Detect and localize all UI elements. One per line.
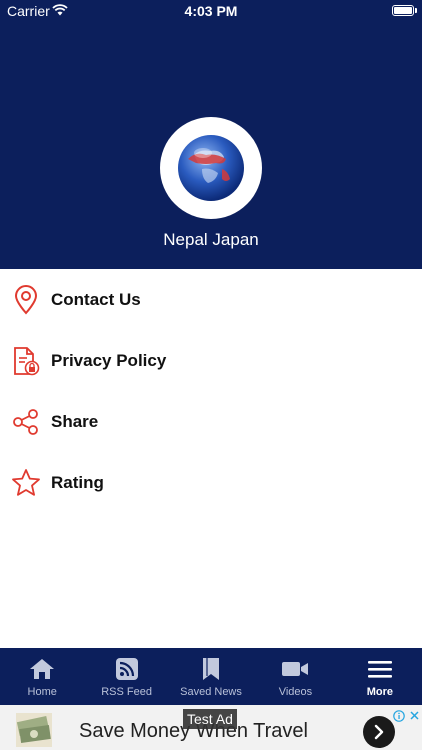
tab-label: Saved News [180,686,242,698]
tab-label: RSS Feed [101,686,152,698]
close-icon[interactable] [409,708,420,720]
app-logo-avatar [160,117,262,219]
menu-item-rating[interactable]: Rating [0,452,422,513]
tab-saved-news[interactable]: Saved News [169,648,253,705]
more-menu: Contact Us Privacy Policy Share Rating [0,269,422,513]
tab-videos[interactable]: Videos [253,648,337,705]
menu-item-share[interactable]: Share [0,391,422,452]
rss-icon [115,656,139,682]
tab-label: Videos [278,686,313,698]
bookmark-icon [200,656,222,682]
menu-item-label: Share [51,411,99,431]
menu-item-label: Contact Us [51,289,141,309]
tab-rss-feed[interactable]: RSS Feed [84,648,168,705]
clock-time: 4:03 PM [184,3,238,19]
location-pin-icon [11,284,41,315]
document-lock-icon [11,346,41,376]
video-camera-icon [281,656,309,682]
tab-label: More [366,686,393,698]
share-icon [11,407,41,437]
tab-more[interactable]: More [338,648,422,705]
profile-header: Carrier 4:03 PM Nepal Japan [0,0,422,269]
app-name: Nepal Japan [163,230,259,249]
ad-open-button[interactable] [363,716,395,748]
ad-info-icon[interactable] [393,709,405,722]
battery-icon [392,5,414,16]
chevron-right-icon [374,724,384,740]
menu-item-label: Privacy Policy [51,350,167,370]
star-icon [11,468,41,498]
ad-image[interactable] [16,713,52,747]
tab-label: Home [27,686,57,698]
globe-icon [178,135,244,201]
tab-home[interactable]: Home [0,648,84,705]
menu-item-label: Rating [51,472,104,492]
menu-item-privacy-policy[interactable]: Privacy Policy [0,330,422,391]
status-bar: Carrier 4:03 PM [0,0,422,22]
test-ad-badge: Test Ad [183,709,237,729]
menu-icon [367,656,393,682]
bottom-tab-bar: Home RSS Feed Saved News Videos More [0,648,422,705]
home-icon [29,656,55,682]
menu-item-contact-us[interactable]: Contact Us [0,269,422,330]
